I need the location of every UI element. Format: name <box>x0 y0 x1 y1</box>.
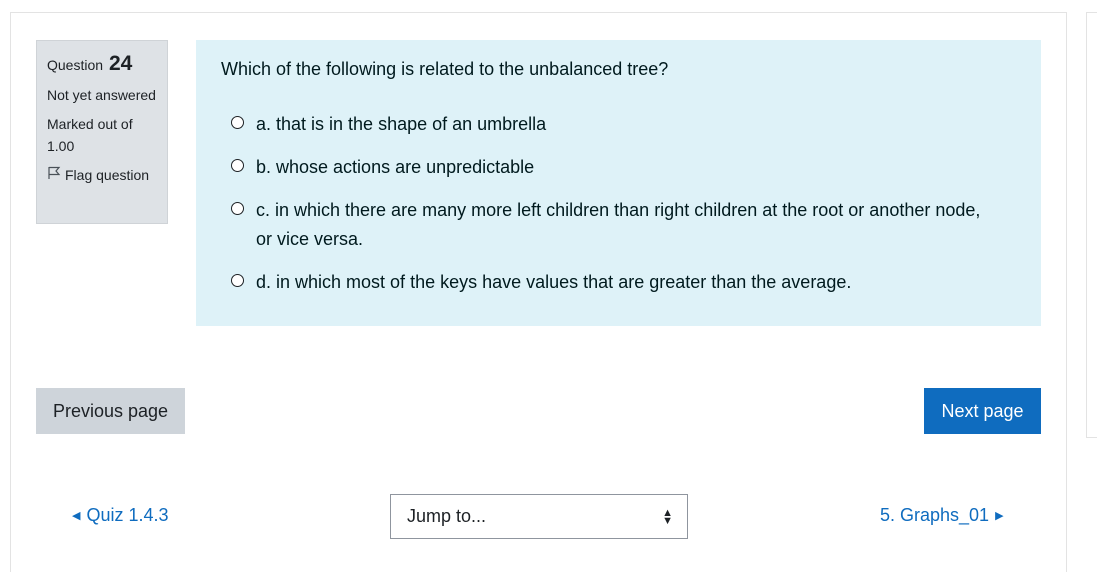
jump-to-select[interactable]: Jump to... ▲ ▼ <box>390 494 688 539</box>
question-state: Not yet answered <box>47 87 156 103</box>
flag-icon <box>47 166 61 183</box>
question-label: Question <box>47 57 104 73</box>
question-content: Which of the following is related to the… <box>196 40 1041 326</box>
answer-label-a: a. that is in the shape of an umbrella <box>256 114 547 134</box>
right-arrow-icon: ▶ <box>995 510 1004 522</box>
radio-button-b[interactable] <box>231 159 244 172</box>
answer-option-a[interactable]: a. that is in the shape of an umbrella <box>221 110 1016 139</box>
radio-button-c[interactable] <box>231 202 244 215</box>
answer-option-b[interactable]: b. whose actions are unpredictable <box>221 153 1016 182</box>
previous-activity-link[interactable]: ◀ Quiz 1.4.3 <box>72 505 169 526</box>
next-activity-link[interactable]: 5. Graphs_01 ▶ <box>880 505 1004 526</box>
question-text: Which of the following is related to the… <box>221 59 669 79</box>
flag-question-button[interactable]: Flag question <box>47 166 157 183</box>
right-panel-edge <box>1086 12 1097 438</box>
next-activity-label: 5. Graphs_01 <box>880 505 990 525</box>
answer-option-c[interactable]: c. in which there are many more left chi… <box>221 196 1016 254</box>
question-number-value: 24 <box>108 52 133 75</box>
left-arrow-icon: ◀ <box>72 510 81 522</box>
answer-option-d[interactable]: d. in which most of the keys have values… <box>221 268 1016 297</box>
jump-to-value: Jump to... <box>407 506 487 526</box>
flag-question-label: Flag question <box>65 166 150 183</box>
radio-button-a[interactable] <box>231 116 244 129</box>
question-grade: Marked out of 1.00 <box>47 116 133 154</box>
answer-label-c: c. in which there are many more left chi… <box>256 200 981 249</box>
question-number: Question 24 <box>47 52 157 76</box>
answer-list: a. that is in the shape of an umbrella b… <box>221 110 1016 297</box>
previous-activity-label: Quiz 1.4.3 <box>86 505 169 525</box>
radio-button-d[interactable] <box>231 274 244 287</box>
answer-label-b: b. whose actions are unpredictable <box>256 157 535 177</box>
next-page-button[interactable]: Next page <box>924 388 1041 434</box>
previous-page-button[interactable]: Previous page <box>36 388 185 434</box>
updown-icon: ▲ ▼ <box>662 506 673 527</box>
question-info-panel: Question 24 Not yet answered Marked out … <box>36 40 168 224</box>
answer-label-d: d. in which most of the keys have values… <box>256 272 852 292</box>
